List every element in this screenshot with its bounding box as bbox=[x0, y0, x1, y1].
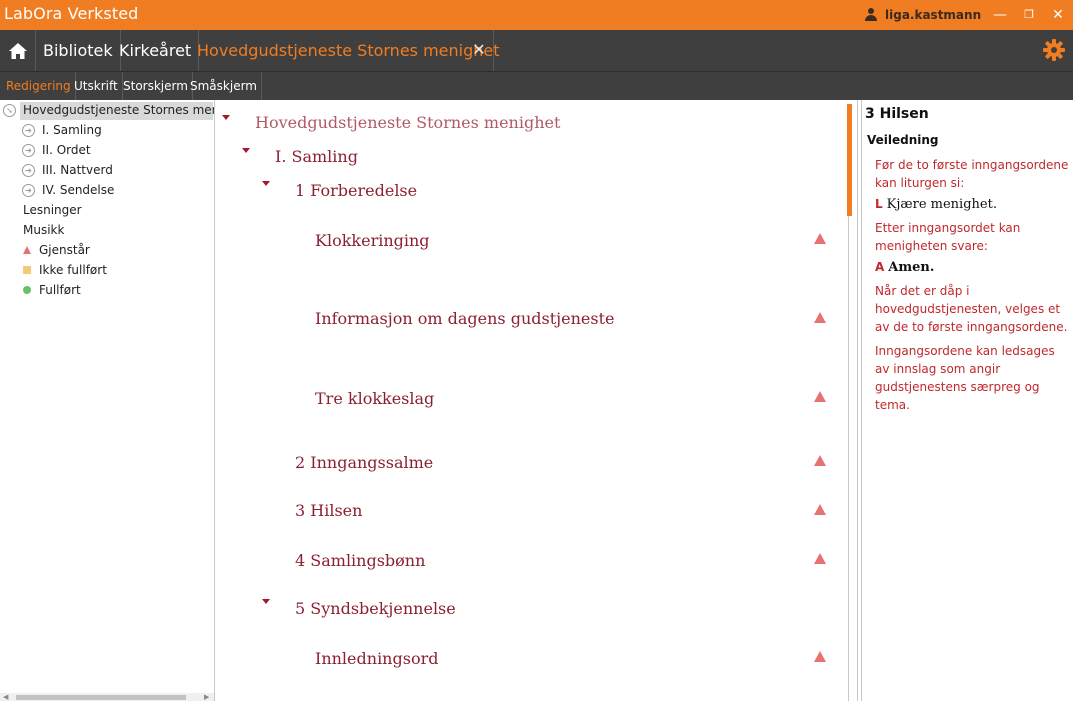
remaining-triangle-icon bbox=[814, 233, 826, 244]
guidance-title: 3 Hilsen bbox=[865, 106, 929, 122]
incomplete-square-icon bbox=[23, 266, 31, 274]
liturgy-line-a: A Amen. bbox=[875, 260, 934, 275]
collapse-caret-icon[interactable] bbox=[262, 599, 270, 604]
scrollbar-thumb[interactable] bbox=[16, 695, 186, 700]
remaining-triangle-icon bbox=[814, 455, 826, 466]
doc-item-tre-klokkeslag[interactable]: Tre klokkeslag bbox=[315, 389, 859, 408]
liturgy-text: Kjære menighet. bbox=[886, 197, 997, 212]
legend-label: Gjenstår bbox=[39, 243, 90, 257]
minimize-button[interactable]: — bbox=[990, 5, 1010, 25]
guidance-paragraph: Før de to første inngangsordene kan litu… bbox=[875, 158, 1069, 190]
legend-label: Ikke fullført bbox=[39, 263, 107, 277]
tree-item-label: I. Samling bbox=[42, 123, 102, 137]
complete-dot-icon bbox=[23, 286, 31, 294]
legend-label: Fullført bbox=[39, 283, 81, 297]
legend-remaining: Gjenstår bbox=[0, 240, 214, 260]
subtab-redigering[interactable]: Redigering bbox=[2, 72, 76, 100]
subtab-utskrift[interactable]: Utskrift bbox=[70, 72, 123, 100]
congregation-mark: A bbox=[875, 260, 885, 274]
tree-horizontal-scrollbar[interactable]: ◀ ▶ bbox=[0, 693, 214, 701]
user-name[interactable]: liga.kastmann bbox=[885, 8, 981, 22]
tree-item-musikk[interactable]: Musikk bbox=[0, 220, 214, 240]
expand-circle-icon[interactable]: ➔ bbox=[22, 124, 35, 137]
guidance-subtitle: Veiledning bbox=[867, 133, 939, 147]
liturgy-line-l: L Kjære menighet. bbox=[875, 197, 997, 212]
scrollbar-track[interactable] bbox=[848, 216, 849, 701]
expand-circle-icon[interactable]: ➔ bbox=[22, 184, 35, 197]
close-window-button[interactable]: ✕ bbox=[1048, 5, 1068, 25]
guidance-paragraph: Inngangsordene kan ledsages av innslag s… bbox=[875, 344, 1055, 412]
home-button[interactable] bbox=[0, 30, 36, 71]
guidance-paragraph: Etter inngangsordet kan menigheten svare… bbox=[875, 221, 1021, 253]
doc-part-heading[interactable]: I. Samling bbox=[275, 147, 859, 166]
tree-item-sendelse[interactable]: ➔ IV. Sendelse bbox=[0, 180, 214, 200]
nav-kirkearet[interactable]: Kirkeåret bbox=[112, 30, 200, 71]
tree-item-label: IV. Sendelse bbox=[42, 183, 115, 197]
tree-item-label: Lesninger bbox=[23, 203, 82, 217]
subtab-storskjerm[interactable]: Storskjerm bbox=[119, 72, 193, 100]
close-tab-icon[interactable]: ✕ bbox=[470, 41, 488, 59]
liturgy-text: Amen. bbox=[888, 260, 935, 275]
tree-item-root[interactable]: ➘ Hovedgudstjeneste Stornes menighet bbox=[0, 100, 214, 120]
doc-section-samlingsbonn[interactable]: 4 Samlingsbønn bbox=[295, 551, 859, 570]
legend-complete: Fullført bbox=[0, 280, 214, 300]
guidance-panel: 3 Hilsen Veiledning Før de to første inn… bbox=[861, 100, 1073, 701]
expand-circle-icon[interactable]: ➔ bbox=[22, 164, 35, 177]
tree-item-label: III. Nattverd bbox=[42, 163, 113, 177]
tree-item-label: Hovedgudstjeneste Stornes menighet bbox=[23, 103, 214, 117]
collapse-circle-icon[interactable]: ➘ bbox=[3, 104, 16, 117]
service-document: Hovedgudstjeneste Stornes menighet I. Sa… bbox=[216, 100, 859, 701]
scroll-left-icon[interactable]: ◀ bbox=[3, 693, 8, 701]
doc-item-innledningsord[interactable]: Innledningsord bbox=[315, 649, 859, 668]
title-bar: LabOra Verksted liga.kastmann — ❐ ✕ bbox=[0, 0, 1073, 30]
document-scrollbar[interactable] bbox=[846, 100, 858, 701]
outline-tree: ➘ Hovedgudstjeneste Stornes menighet ➔ I… bbox=[0, 100, 215, 701]
expand-circle-icon[interactable]: ➔ bbox=[22, 144, 35, 157]
doc-item-klokkeringing[interactable]: Klokkeringing bbox=[315, 231, 859, 250]
tree-item-nattverd[interactable]: ➔ III. Nattverd bbox=[0, 160, 214, 180]
nav-tab-active-service[interactable]: Hovedgudstjeneste Stornes menighet bbox=[190, 30, 500, 71]
navigation-bar: Bibliotek Kirkeåret Hovedgudstjeneste St… bbox=[0, 30, 1073, 71]
app-title: LabOra Verksted bbox=[4, 4, 139, 23]
tree-item-lesninger[interactable]: Lesninger bbox=[0, 200, 214, 220]
doc-section-hilsen[interactable]: 3 Hilsen bbox=[295, 501, 859, 520]
doc-root-heading[interactable]: Hovedgudstjeneste Stornes menighet bbox=[255, 113, 859, 132]
tree-item-samling[interactable]: ➔ I. Samling bbox=[0, 120, 214, 140]
collapse-caret-icon[interactable] bbox=[242, 148, 250, 153]
tree-item-ordet[interactable]: ➔ II. Ordet bbox=[0, 140, 214, 160]
remaining-triangle-icon bbox=[814, 651, 826, 662]
collapse-caret-icon[interactable] bbox=[262, 181, 270, 186]
legend-incomplete: Ikke fullført bbox=[0, 260, 214, 280]
doc-section-forberedelse[interactable]: 1 Forberedelse bbox=[295, 181, 859, 200]
settings-button[interactable] bbox=[1042, 38, 1066, 62]
nav-bibliotek[interactable]: Bibliotek bbox=[36, 30, 121, 71]
home-icon bbox=[8, 42, 27, 59]
nav-tab-label: Hovedgudstjeneste Stornes menighet bbox=[197, 41, 500, 60]
doc-item-informasjon[interactable]: Informasjon om dagens gudstjeneste bbox=[315, 309, 859, 328]
gear-icon bbox=[1043, 39, 1065, 61]
tree-item-label: II. Ordet bbox=[42, 143, 91, 157]
subtab-smaskjerm[interactable]: Småskjerm bbox=[186, 72, 262, 100]
restore-button[interactable]: ❐ bbox=[1019, 5, 1039, 25]
subtab-bar: Redigering Utskrift Storskjerm Småskjerm bbox=[0, 71, 1073, 100]
remaining-triangle-icon bbox=[814, 391, 826, 402]
doc-section-inngangssalme[interactable]: 2 Inngangssalme bbox=[295, 453, 859, 472]
guidance-paragraph: Når det er dåp i hovedgudstjenesten, vel… bbox=[875, 284, 1068, 334]
user-icon bbox=[865, 8, 877, 22]
remaining-triangle-icon bbox=[814, 312, 826, 323]
remaining-triangle-icon bbox=[814, 553, 826, 564]
collapse-caret-icon[interactable] bbox=[222, 115, 230, 120]
scroll-right-icon[interactable]: ▶ bbox=[204, 693, 209, 701]
remaining-triangle-icon bbox=[23, 246, 31, 254]
scrollbar-thumb[interactable] bbox=[847, 104, 852, 216]
remaining-triangle-icon bbox=[814, 504, 826, 515]
doc-section-syndsbekjennelse[interactable]: 5 Syndsbekjennelse bbox=[295, 599, 859, 618]
tree-item-label: Musikk bbox=[23, 223, 65, 237]
liturgist-mark: L bbox=[875, 197, 883, 211]
